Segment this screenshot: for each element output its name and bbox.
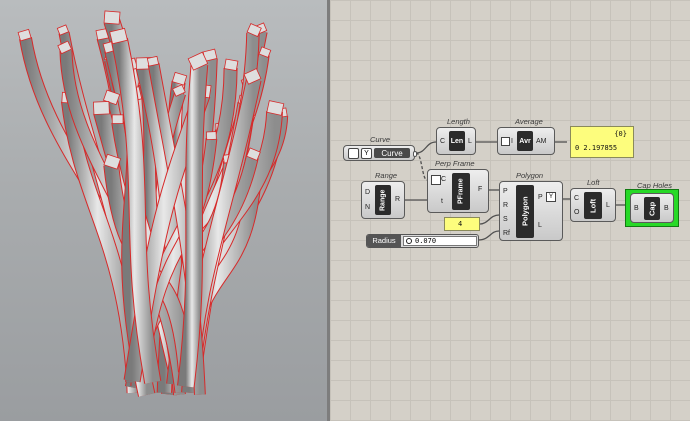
polygon-graft-icon: Y [546,192,556,202]
length-input-c[interactable]: C [440,138,445,146]
polygon-input-rf[interactable]: Rf [503,230,510,238]
range-title: Range [375,171,398,180]
curve-parameter[interactable]: Curve Y Curve [343,135,417,165]
wire-radius-polygon [477,230,500,241]
sides-panel[interactable]: 4 [444,217,480,231]
perp-frame-input-t[interactable]: t [441,198,443,206]
perp-frame-curve-icon [431,175,441,185]
average-input-i[interactable]: I [511,138,513,146]
polygon-input-r[interactable]: R [503,202,508,210]
perp-frame-output-f[interactable]: F [478,186,482,194]
perp-frame-component[interactable]: Perp Frame C t PFrame F [427,159,491,215]
curve-output-grip[interactable] [413,151,417,157]
loft-title: Loft [587,178,600,187]
value-panel-text: 0 2.197855 [575,144,618,152]
curve-title: Curve [370,135,391,144]
lofted-tubes-render [17,10,289,397]
average-core: Avr [517,131,533,151]
loft-input-o[interactable]: O [574,209,579,217]
cap-holes-input-b[interactable]: B [634,205,639,213]
polygon-output-l[interactable]: L [538,222,542,230]
rhino-viewport[interactable] [0,0,327,421]
cap-holes-core: Cap [644,197,660,220]
range-input-n[interactable]: N [365,204,370,212]
perp-frame-title: Perp Frame [435,159,475,168]
average-list-icon [501,137,510,146]
tube-cap [266,100,285,116]
value-panel[interactable]: {0} 0 2.197855 [570,126,634,158]
loft-output-l[interactable]: L [606,202,610,210]
radius-slider-value: 0.070 [415,237,437,245]
tube-cap [103,10,121,25]
polygon-body[interactable]: P R S Rf Polygon P Y L [499,181,563,241]
range-body[interactable]: D N Range R [361,181,405,219]
polygon-component[interactable]: Polygon P R S Rf Polygon P Y L [499,171,565,243]
curve-body[interactable]: Y Curve [343,145,417,161]
tube-cap [111,114,124,124]
average-output-am[interactable]: AM [536,138,547,146]
average-body[interactable]: I Avr AM [497,127,555,155]
sides-panel-value: 4 [458,220,463,228]
range-core: Range [375,185,391,215]
loft-body[interactable]: C O Loft L [570,188,616,222]
cap-holes-body[interactable]: B Cap B [630,193,674,223]
polygon-input-s[interactable]: S [503,216,508,224]
radius-slider[interactable]: Radius 0.070 [366,234,479,248]
cap-holes-output-b[interactable]: B [664,205,669,213]
cap-holes-component[interactable]: Cap Holes B Cap B [625,181,680,227]
perp-frame-core: PFrame [452,173,470,210]
curve-hide-icon: Y [361,148,372,159]
length-body[interactable]: C Len L [436,127,476,155]
value-panel-header: {0} [614,130,627,138]
length-component[interactable]: Length C Len L [436,117,478,159]
polygon-input-p[interactable]: P [503,188,508,196]
length-title: Length [447,117,470,126]
wire-curve-length [415,141,437,154]
grasshopper-canvas[interactable]: Curve Y Curve Length C Len L Average I A… [330,0,690,421]
tube-cap [93,101,110,115]
polygon-output-p[interactable]: P [538,194,543,202]
length-core: Len [449,131,465,151]
perp-frame-body[interactable]: C t PFrame F [427,169,489,213]
curve-label: Curve [374,148,410,158]
range-component[interactable]: Range D N Range R [361,171,407,221]
average-component[interactable]: Average I Avr AM [497,117,557,159]
radius-slider-knob[interactable] [406,238,412,244]
length-output-l[interactable]: L [468,138,472,146]
range-input-d[interactable]: D [365,189,370,197]
curve-icon [348,148,359,159]
perp-frame-input-c[interactable]: C [441,176,446,184]
loft-core: Loft [584,192,602,219]
range-output-r[interactable]: R [395,196,400,204]
average-title: Average [515,117,543,126]
loft-component[interactable]: Loft C O Loft L [570,178,618,224]
tube-cap [146,55,160,67]
wire-curve-perpframe [415,152,428,181]
wire-sides-polygon [479,214,500,225]
radius-slider-label: Radius [367,235,401,247]
loft-input-c[interactable]: C [574,195,579,203]
polygon-core: Polygon [516,185,534,238]
polygon-title: Polygon [516,171,544,180]
tube-cap [205,131,217,141]
tube-cap [223,58,239,72]
